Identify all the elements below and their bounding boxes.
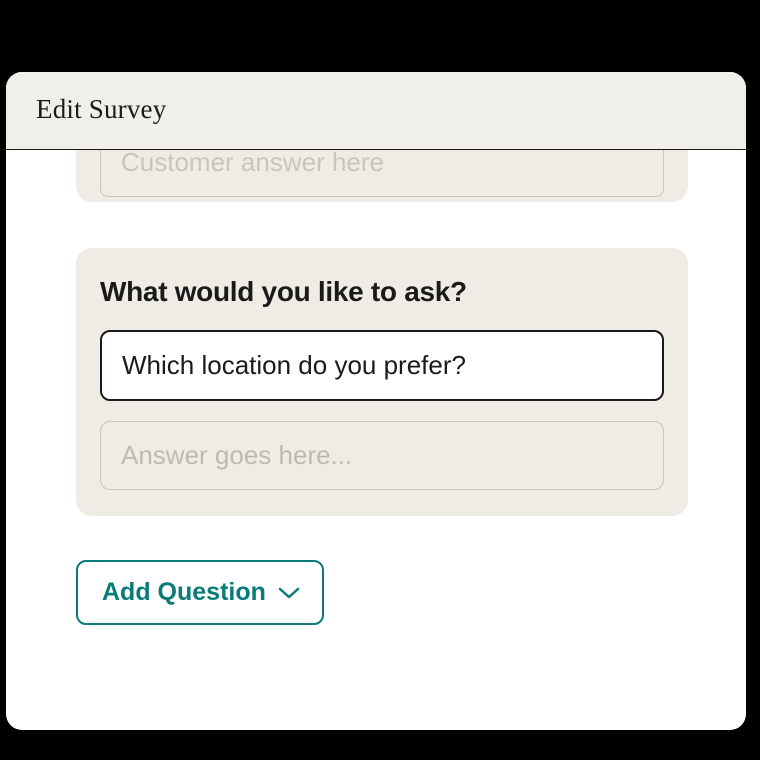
question-prompt-label: What would you like to ask?: [100, 276, 664, 308]
question-text-input[interactable]: [100, 330, 664, 401]
add-question-button[interactable]: Add Question: [76, 560, 324, 625]
previous-answer-input[interactable]: Customer answer here: [100, 150, 664, 197]
previous-question-card-partial: Customer answer here: [76, 150, 688, 202]
edit-survey-window: Edit Survey Customer answer here What wo…: [6, 72, 746, 730]
add-question-label: Add Question: [102, 578, 266, 607]
content-area: Customer answer here What would you like…: [6, 150, 746, 625]
answer-text-input[interactable]: [100, 421, 664, 490]
chevron-down-icon: [278, 578, 300, 607]
window-title: Edit Survey: [36, 94, 716, 125]
titlebar: Edit Survey: [6, 72, 746, 150]
question-card: What would you like to ask?: [76, 248, 688, 516]
